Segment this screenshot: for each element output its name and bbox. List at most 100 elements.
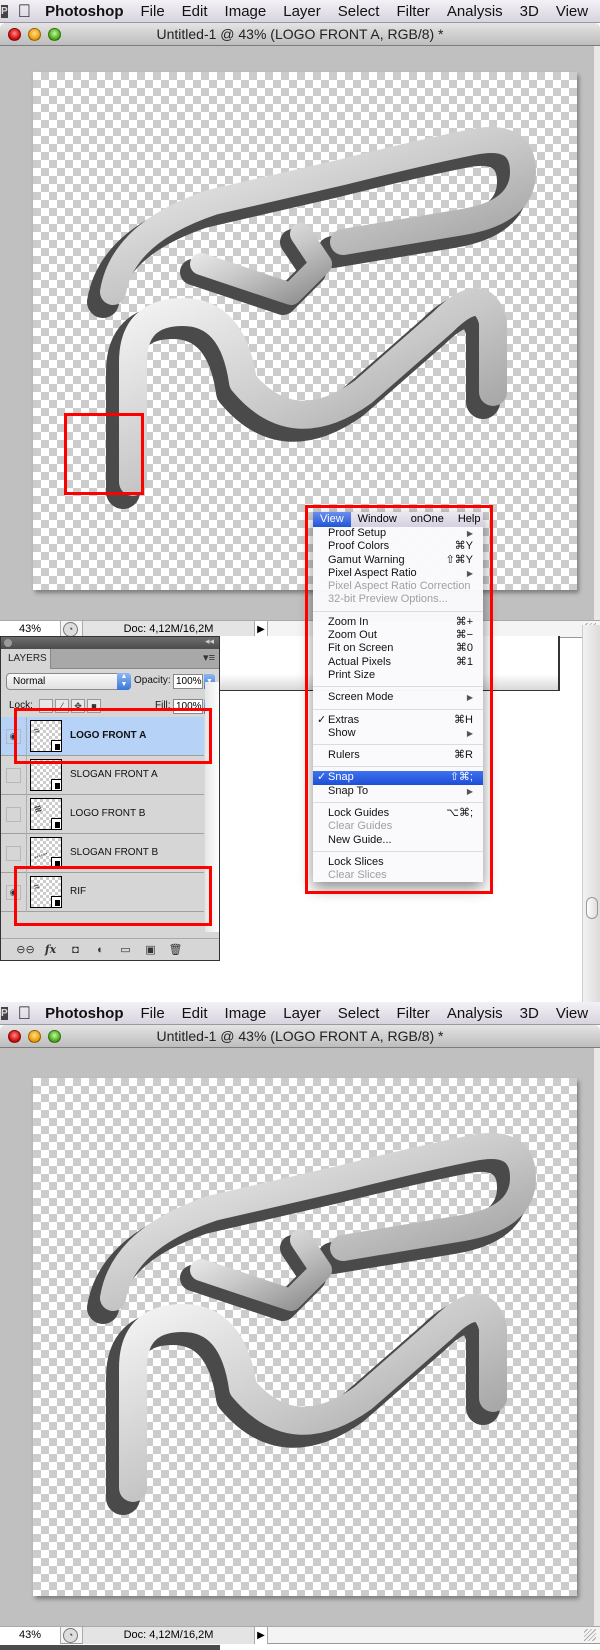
panel-header[interactable]: ◂◂ xyxy=(1,636,219,649)
menu-window[interactable]: Window xyxy=(351,512,404,527)
adjustment-layer-icon[interactable]: ◐ xyxy=(88,944,113,956)
layer-row[interactable]: ⋯⋯ SLOGAN FRONT B xyxy=(1,834,204,873)
visibility-toggle[interactable] xyxy=(6,807,21,822)
menu-image[interactable]: Image xyxy=(225,1005,267,1022)
add-mask-icon[interactable]: ◘ xyxy=(63,944,88,956)
opacity-field[interactable]: 100% xyxy=(173,674,203,689)
layer-row[interactable]: ◉ ≈ RIF xyxy=(1,873,204,912)
apple-icon[interactable]:  xyxy=(18,1003,32,1023)
menu-item-clear-guides: Clear Guides xyxy=(313,820,483,833)
menu-3d[interactable]: 3D xyxy=(520,1005,539,1022)
doc-info: Doc: 4,12M/16,2M xyxy=(82,1627,254,1644)
menu-item-snap[interactable]: ✓ Snap ⇧⌘; xyxy=(313,771,483,785)
panel-close-icon[interactable] xyxy=(4,639,12,647)
menu-select[interactable]: Select xyxy=(338,3,380,20)
menu-view[interactable]: View xyxy=(556,3,588,20)
collapse-panel-icon[interactable]: ◂◂ xyxy=(205,636,214,647)
submenu-arrow-icon: ▶ xyxy=(466,693,473,703)
menu-image[interactable]: Image xyxy=(225,3,267,20)
logo-artwork-2 xyxy=(87,1133,536,1515)
tab-layers[interactable]: LAYERS xyxy=(1,649,51,669)
status-menu-arrow-icon[interactable]: ▶ xyxy=(254,1627,268,1644)
menu-filter[interactable]: Filter xyxy=(396,3,429,20)
resize-grip-icon[interactable] xyxy=(584,1629,596,1641)
layer-row[interactable]: ≋ LOGO FRONT B xyxy=(1,795,204,834)
blend-mode-select[interactable]: Normal ▲ ▼ xyxy=(6,673,131,690)
document-canvas-2[interactable] xyxy=(33,1078,577,1596)
menu-item-proof-setup[interactable]: Proof Setup ▶ xyxy=(313,527,483,540)
lock-all-icon[interactable]: ■ xyxy=(87,699,101,713)
new-group-icon[interactable]: ▭ xyxy=(113,943,138,956)
menu-item-new-guide[interactable]: New Guide... xyxy=(313,834,483,847)
menu-item-screen-mode[interactable]: Screen Mode ▶ xyxy=(313,691,483,704)
menu-filter[interactable]: Filter xyxy=(396,1005,429,1022)
menu-item-shortcut: ⌘+ xyxy=(455,615,473,628)
menu-onone[interactable]: onOne xyxy=(404,512,451,527)
layer-row[interactable]: ◉ ≈ LOGO FRONT A xyxy=(1,717,204,756)
visibility-eye-icon[interactable]: ◉ xyxy=(6,885,21,900)
menu-item-lock-guides[interactable]: Lock Guides ⌥⌘; xyxy=(313,807,483,820)
layer-style-icon[interactable]: fx xyxy=(38,943,63,956)
menu-file[interactable]: File xyxy=(141,1005,165,1022)
menu-layer[interactable]: Layer xyxy=(283,1005,321,1022)
menu-photoshop[interactable]: Photoshop xyxy=(45,3,123,20)
menu-file[interactable]: File xyxy=(141,3,165,20)
lock-image-pixels-icon[interactable]: ⁄ xyxy=(55,699,69,713)
menu-analysis[interactable]: Analysis xyxy=(447,1005,503,1022)
lock-position-icon[interactable]: ✥ xyxy=(71,699,85,713)
menu-view[interactable]: View xyxy=(556,1005,588,1022)
visibility-eye-icon[interactable]: ◉ xyxy=(6,729,21,744)
menu-select[interactable]: Select xyxy=(338,1005,380,1022)
new-layer-icon[interactable]: ▣ xyxy=(138,943,163,956)
menu-item-print-size[interactable]: Print Size xyxy=(313,669,483,682)
link-layers-icon[interactable]: ⊖⊖ xyxy=(13,943,38,956)
vertical-scrollbar[interactable] xyxy=(582,625,600,1005)
menu-view-active[interactable]: View xyxy=(313,512,351,527)
apple-icon[interactable]:  xyxy=(18,1,32,21)
status-bar-2: 43% ◔ Doc: 4,12M/16,2M ▶ xyxy=(0,1626,600,1644)
context-menu-icon[interactable]: ◔ xyxy=(63,1628,78,1643)
menu-item-zoom-out[interactable]: Zoom Out ⌘− xyxy=(313,629,483,642)
menu-item-lock-slices[interactable]: Lock Slices xyxy=(313,856,483,869)
context-menu-icon[interactable]: ◔ xyxy=(63,622,78,637)
menu-3d[interactable]: 3D xyxy=(520,3,539,20)
menu-item-proof-colors[interactable]: Proof Colors ⌘Y xyxy=(313,540,483,553)
menu-edit[interactable]: Edit xyxy=(182,1005,208,1022)
trash-icon[interactable]: 🗑 xyxy=(163,943,188,956)
menu-item-clear-slices: Clear Slices xyxy=(313,869,483,882)
app-badge-icon: P xyxy=(1,4,8,18)
lock-transparency-icon[interactable] xyxy=(39,699,53,713)
menu-item-shortcut: ⌘1 xyxy=(455,655,473,668)
menu-item-fit-on-screen[interactable]: Fit on Screen ⌘0 xyxy=(313,642,483,655)
menu-item-snap-to[interactable]: Snap To ▶ xyxy=(313,785,483,798)
window-title: Untitled-1 @ 43% (LOGO FRONT A, RGB/8) * xyxy=(156,26,444,42)
zoom-level-field[interactable]: 43% xyxy=(0,1627,61,1644)
canvas-area-2 xyxy=(0,1048,600,1626)
menu-item-show[interactable]: Show ▶ xyxy=(313,727,483,740)
menu-item-label: Fit on Screen xyxy=(328,642,394,655)
menu-item-actual-pixels[interactable]: Actual Pixels ⌘1 xyxy=(313,656,483,669)
scrollbar-thumb[interactable] xyxy=(586,897,598,919)
menu-edit[interactable]: Edit xyxy=(182,3,208,20)
menu-layer[interactable]: Layer xyxy=(283,3,321,20)
menu-photoshop[interactable]: Photoshop xyxy=(45,1005,123,1022)
menu-item-pixel-aspect-ratio[interactable]: Pixel Aspect Ratio ▶ xyxy=(313,567,483,580)
fill-field[interactable]: 100% xyxy=(173,699,203,714)
menu-help[interactable]: Help xyxy=(451,512,488,527)
menu-item-shortcut: ⌥⌘; xyxy=(446,807,473,820)
menu-item-zoom-in[interactable]: Zoom In ⌘+ xyxy=(313,616,483,629)
panel-menu-icon[interactable]: ▾≡ xyxy=(203,651,215,664)
menu-item-label: Pixel Aspect Ratio Correction xyxy=(328,580,471,593)
visibility-toggle[interactable] xyxy=(6,846,21,861)
visibility-toggle[interactable] xyxy=(6,768,21,783)
menu-item-rulers[interactable]: Rulers ⌘R xyxy=(313,749,483,762)
document-canvas[interactable] xyxy=(33,72,577,590)
layer-row[interactable]: SLOGAN FRONT A xyxy=(1,756,204,795)
menu-item-label: Gamut Warning xyxy=(328,553,405,566)
menu-item-extras[interactable]: ✓ Extras ⌘H xyxy=(313,714,483,727)
menu-analysis[interactable]: Analysis xyxy=(447,3,503,20)
layer-name: SLOGAN FRONT B xyxy=(70,847,159,858)
menu-item-gamut-warning[interactable]: Gamut Warning ⇧⌘Y xyxy=(313,554,483,567)
view-menu-dropdown: View Window onOne Help Proof Setup ▶ Proof… xyxy=(313,512,483,882)
layers-scrollbar[interactable] xyxy=(205,682,219,932)
